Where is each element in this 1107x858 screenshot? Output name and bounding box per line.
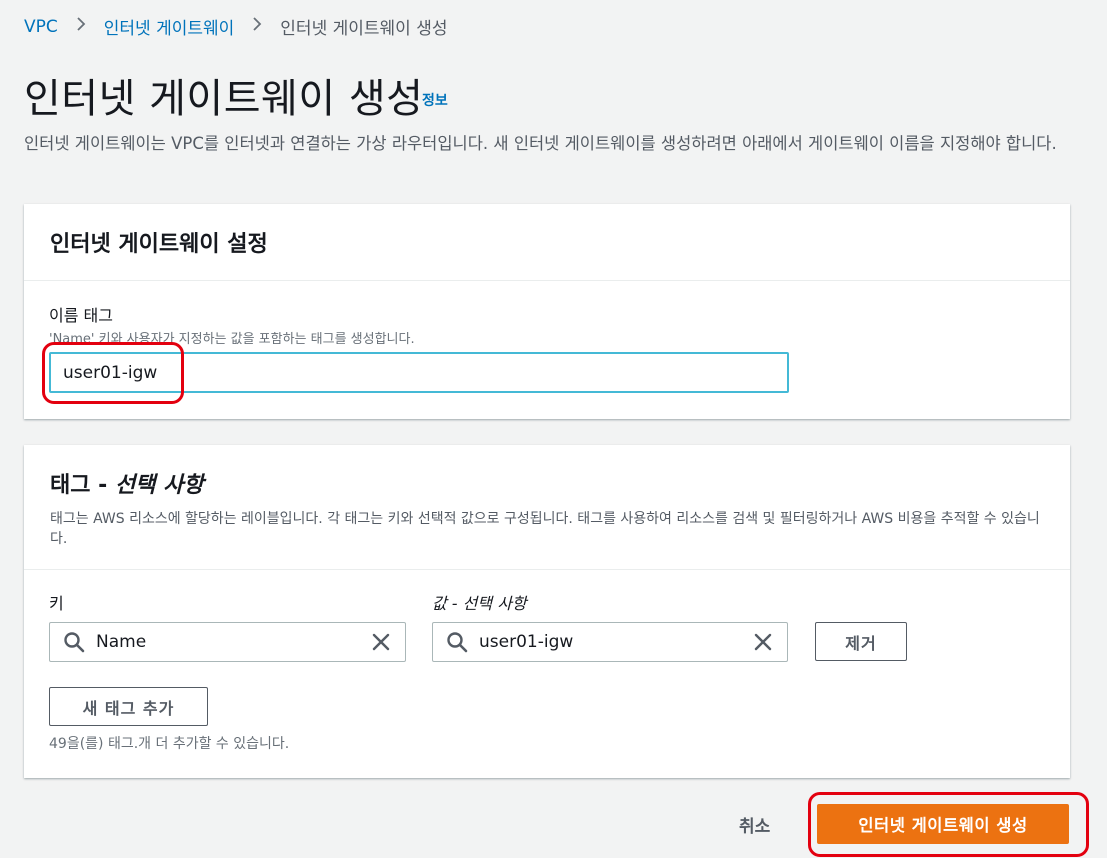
tag-value-value: user01-igw: [479, 632, 574, 652]
tag-value-input[interactable]: user01-igw: [432, 622, 788, 662]
breadcrumb-internet-gateways[interactable]: 인터넷 게이트웨이: [104, 14, 235, 39]
settings-panel-title: 인터넷 게이트웨이 설정: [50, 232, 268, 257]
tag-key-input[interactable]: Name: [49, 622, 406, 662]
tags-title-prefix: 태그 -: [50, 473, 115, 498]
search-icon: [64, 632, 85, 653]
tags-title-optional: 선택 사항: [114, 473, 204, 498]
remove-tag-button[interactable]: 제거: [815, 622, 907, 661]
tag-key-value: Name: [96, 632, 147, 652]
tags-panel: 태그 - 선택 사항 태그는 AWS 리소스에 할당하는 레이블입니다. 각 태…: [24, 445, 1070, 778]
name-tag-label: 이름 태그: [49, 306, 113, 325]
settings-panel-header: 인터넷 게이트웨이 설정: [24, 204, 1070, 281]
breadcrumb-current: 인터넷 게이트웨이 생성: [280, 19, 448, 39]
tag-key-label: 키: [49, 594, 64, 613]
info-link[interactable]: 정보: [422, 90, 448, 110]
chevron-right-icon: [76, 16, 86, 37]
settings-panel: 인터넷 게이트웨이 설정 이름 태그 'Name' 키와 사용자가 지정하는 값…: [24, 204, 1070, 419]
tags-description: 태그는 AWS 리소스에 할당하는 레이블입니다. 각 태그는 키와 선택적 값…: [50, 511, 1040, 547]
chevron-right-icon: [252, 16, 262, 37]
tags-panel-title: 태그 - 선택 사항: [50, 467, 1044, 499]
breadcrumb-vpc[interactable]: VPC: [24, 17, 58, 37]
search-icon: [447, 632, 468, 653]
page-title: 인터넷 게이트웨이 생성: [24, 76, 424, 122]
name-tag-description: 'Name' 키와 사용자가 지정하는 값을 포함하는 태그를 생성합니다.: [49, 332, 415, 347]
name-tag-input[interactable]: [49, 352, 789, 393]
breadcrumb: VPC 인터넷 게이트웨이 인터넷 게이트웨이 생성: [24, 14, 448, 40]
cancel-button[interactable]: 취소: [739, 812, 770, 837]
tag-remaining-note: 49을(를) 태그.개 더 추가할 수 있습니다.: [49, 736, 290, 752]
page-description: 인터넷 게이트웨이는 VPC를 인터넷과 연결하는 가상 라우터입니다. 새 인…: [24, 134, 1057, 153]
tag-value-label: 값 - 선택 사항: [432, 594, 527, 613]
create-internet-gateway-button[interactable]: 인터넷 게이트웨이 생성: [817, 804, 1069, 844]
clear-icon[interactable]: [751, 630, 775, 654]
clear-icon[interactable]: [369, 630, 393, 654]
add-tag-button[interactable]: 새 태그 추가: [49, 687, 208, 726]
tags-panel-header: 태그 - 선택 사항 태그는 AWS 리소스에 할당하는 레이블입니다. 각 태…: [24, 445, 1070, 570]
